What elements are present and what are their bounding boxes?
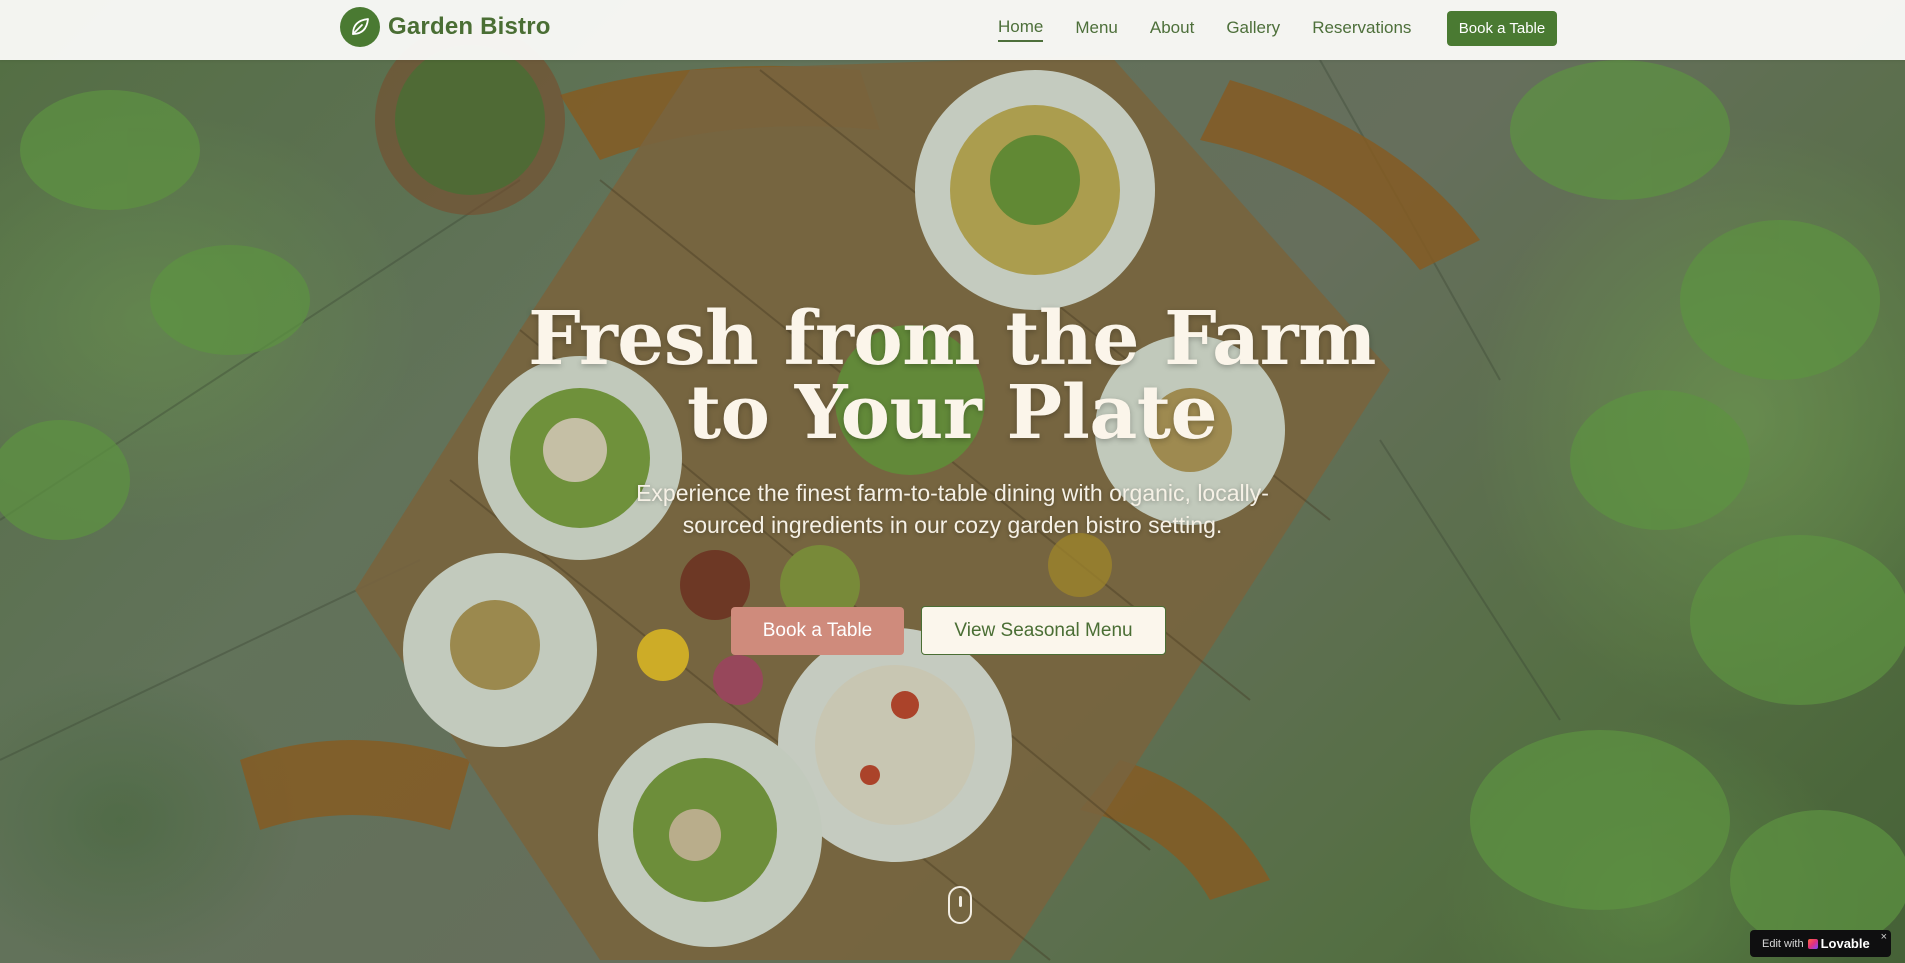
hero-subtitle: Experience the finest farm-to-table dini… [636, 480, 1269, 538]
view-seasonal-menu-button[interactable]: View Seasonal Menu [921, 606, 1166, 655]
nav-item-gallery[interactable]: Gallery [1226, 18, 1280, 41]
close-icon[interactable]: × [1881, 931, 1887, 943]
scroll-wheel-dot [959, 896, 962, 907]
hero-title-line-2: to Your Plate [686, 370, 1218, 456]
badge-brand-text: Lovable [1820, 936, 1870, 951]
site-header: Garden Bistro Home Menu About Gallery Re… [0, 0, 1905, 60]
leaf-icon [340, 7, 380, 47]
nav-item-menu[interactable]: Menu [1075, 18, 1118, 41]
header-book-table-button[interactable]: Book a Table [1447, 11, 1557, 46]
nav-item-about[interactable]: About [1150, 18, 1194, 41]
lovable-heart-icon [1807, 938, 1818, 949]
hero-title: Fresh from the Farm to Your Plate [452, 302, 1452, 450]
edit-with-lovable-badge[interactable]: Edit with Lovable × [1750, 930, 1891, 957]
nav-item-home[interactable]: Home [998, 17, 1044, 42]
brand-name: Garden Bistro [388, 13, 551, 40]
badge-prefix-text: Edit with [1762, 937, 1804, 950]
nav-item-reservations[interactable]: Reservations [1312, 18, 1411, 41]
hero-book-table-button[interactable]: Book a Table [731, 607, 904, 655]
mouse-scroll-icon[interactable] [948, 886, 972, 924]
main-nav: Home Menu About Gallery Reservations [998, 16, 1443, 42]
brand-logo-link[interactable]: Garden Bistro [340, 7, 551, 47]
